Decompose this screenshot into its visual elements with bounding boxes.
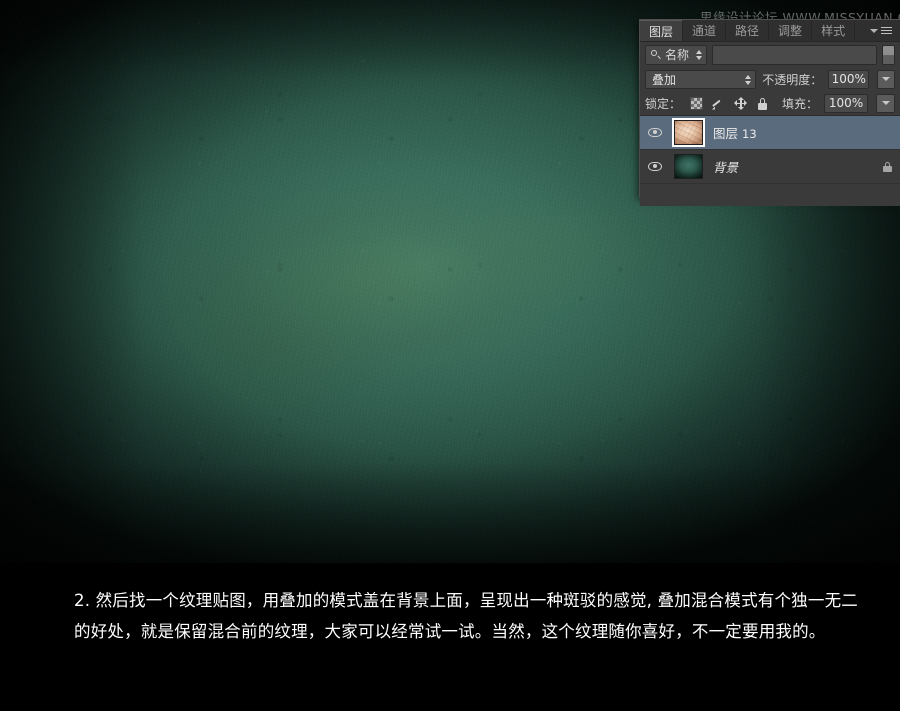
lock-position-icon[interactable] (734, 96, 748, 110)
lock-icons-group (690, 96, 769, 110)
lock-icon (882, 161, 893, 173)
layer-thumbnail-cell-13 (668, 118, 708, 147)
caption-text: 2. 然后找一个纹理贴图，用叠加的模式盖在背景上面，呈现出一种斑驳的感觉, 叠加… (74, 591, 858, 641)
fill-label: 填充： (781, 96, 818, 111)
filter-enable-toggle[interactable] (882, 44, 895, 65)
chevron-down-icon (882, 77, 891, 81)
lock-row: 锁定： 填充： 100% (640, 91, 900, 116)
layer-number-13: 13 (742, 127, 757, 141)
opacity-dropdown-button[interactable] (877, 69, 895, 89)
tab-layers[interactable]: 图层 (640, 20, 684, 41)
tab-adjustments[interactable]: 调整 (769, 20, 813, 41)
lock-all-icon[interactable] (756, 97, 769, 110)
filter-kind-label: 名称 (665, 48, 690, 62)
background-thumbnail[interactable] (673, 154, 703, 179)
stepper-arrows-icon (745, 74, 752, 85)
layer-row-background[interactable]: 背景 (640, 150, 900, 184)
filter-search-input[interactable] (712, 44, 877, 65)
layer-thumbnail-cell-background (668, 154, 708, 179)
eye-icon (648, 128, 662, 137)
blend-mode-row: 叠加 不透明度： 100% (640, 67, 900, 91)
layer-name-background[interactable]: 背景 (708, 157, 874, 176)
panel-footer (640, 184, 900, 206)
stepper-arrows-icon (696, 49, 703, 60)
layer-visibility-toggle-background[interactable] (642, 162, 668, 171)
fill-dropdown-button[interactable] (876, 93, 895, 113)
blend-mode-select[interactable]: 叠加 (645, 69, 757, 89)
layer-filter-row: 名称 (640, 42, 900, 67)
lock-image-pixels-icon[interactable] (712, 97, 725, 110)
opacity-label: 不透明度： (762, 72, 823, 87)
search-icon (651, 50, 660, 59)
opacity-value[interactable]: 100% (828, 69, 870, 89)
panel-menu-icon[interactable] (864, 20, 900, 41)
layer-visibility-toggle-13[interactable] (642, 128, 668, 137)
layer-lock-indicator-background (874, 161, 900, 173)
chevron-down-icon (881, 101, 890, 105)
eye-icon (648, 162, 662, 171)
chevron-down-icon (870, 28, 878, 33)
blend-mode-value: 叠加 (652, 72, 677, 87)
filter-kind-select[interactable]: 名称 (645, 44, 708, 65)
layers-panel: 图层 通道 路径 调整 样式 名称 叠加 不透明度： 100% 锁定： 填充： … (639, 19, 900, 206)
layer-list: 图层 13 背景 (640, 116, 900, 184)
tab-styles[interactable]: 样式 (812, 20, 856, 41)
tab-channels[interactable]: 通道 (683, 20, 727, 41)
panel-tab-strip: 图层 通道 路径 调整 样式 (640, 20, 900, 42)
lock-label: 锁定： (645, 96, 682, 111)
layer-row-13[interactable]: 图层 13 (640, 116, 900, 150)
layer-name-13[interactable]: 图层 13 (708, 123, 874, 142)
lock-transparent-pixels-icon[interactable] (690, 96, 704, 110)
texture-thumbnail[interactable] (671, 118, 705, 147)
tab-paths[interactable]: 路径 (726, 20, 770, 41)
layer-name-text-13: 图层 (713, 126, 739, 141)
hamburger-icon (881, 25, 892, 36)
caption-area: 2. 然后找一个纹理贴图，用叠加的模式盖在背景上面，呈现出一种斑驳的感觉, 叠加… (0, 563, 900, 711)
fill-value[interactable]: 100% (824, 93, 868, 113)
